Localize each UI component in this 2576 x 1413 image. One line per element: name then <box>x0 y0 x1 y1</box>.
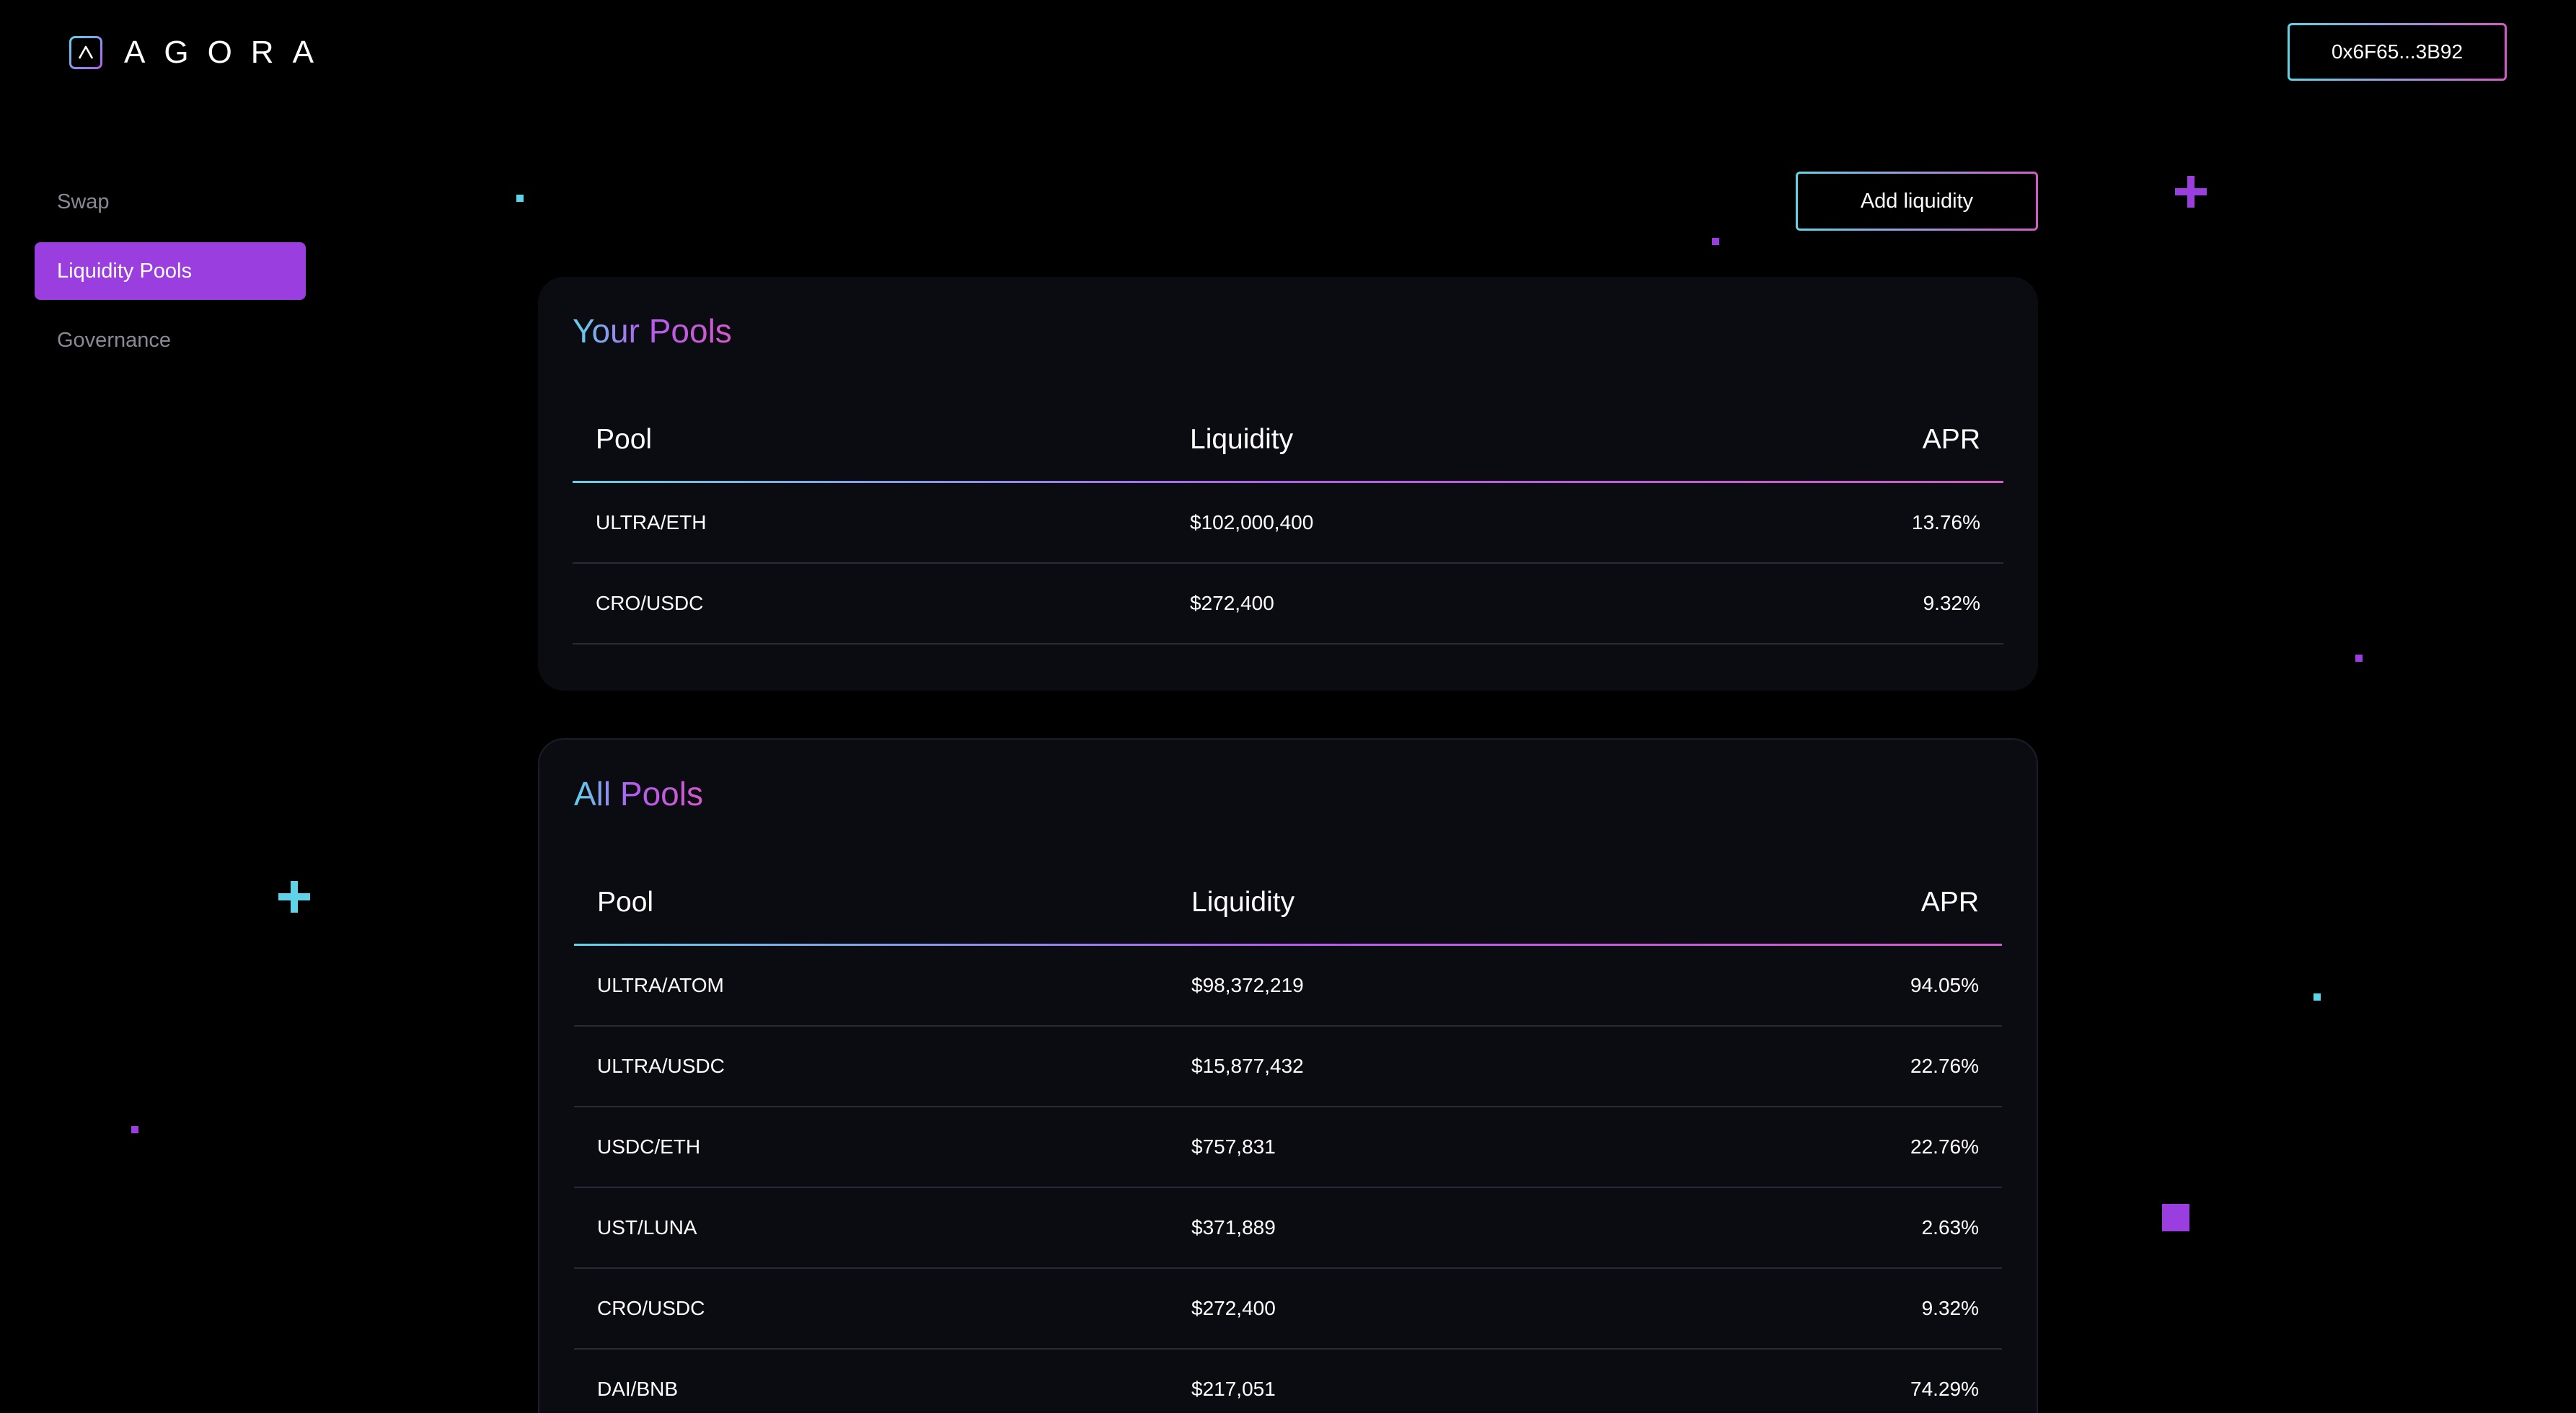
table-row[interactable]: UST/LUNA $371,889 2.63% <box>574 1188 2002 1269</box>
your-pools-title: Your Pools <box>573 312 732 350</box>
pool-apr: 94.05% <box>1910 974 1979 996</box>
dot-decoration <box>2313 993 2321 1001</box>
pool-name: ULTRA/ETH <box>596 511 707 533</box>
pool-liquidity: $217,051 <box>1191 1378 1276 1400</box>
your-pools-table: Pool Liquidity APR ULTRA/ETH $102,000,40… <box>573 397 2003 645</box>
pool-apr: 74.29% <box>1910 1378 1979 1400</box>
pool-liquidity: $102,000,400 <box>1190 511 1314 533</box>
table-row[interactable]: ULTRA/USDC $15,877,432 22.76% <box>574 1027 2002 1107</box>
wallet-address-button[interactable]: 0x6F65...3B92 <box>2288 23 2507 81</box>
app-page: AGORA 0x6F65...3B92 Swap Liquidity Pools… <box>0 0 2576 1413</box>
pool-name: CRO/USDC <box>597 1297 705 1319</box>
table-row[interactable]: CRO/USDC $272,400 9.32% <box>574 1269 2002 1350</box>
all-pools-card: All Pools Pool Liquidity APR ULTRA/ATOM … <box>538 738 2038 1413</box>
pool-apr: 9.32% <box>1923 592 1980 614</box>
pool-name: ULTRA/USDC <box>597 1055 725 1077</box>
column-header-pool: Pool <box>596 424 653 455</box>
table-header: Pool Liquidity APR <box>573 397 2003 483</box>
dot-decoration <box>1712 238 1719 245</box>
table-row[interactable]: ULTRA/ATOM $98,372,219 94.05% <box>574 946 2002 1027</box>
pool-liquidity: $272,400 <box>1190 592 1274 614</box>
pool-name: USDC/ETH <box>597 1135 701 1158</box>
logo-wordmark: AGORA <box>124 35 332 70</box>
pool-name: DAI/BNB <box>597 1378 679 1400</box>
table-row[interactable]: USDC/ETH $757,831 22.76% <box>574 1107 2002 1188</box>
column-header-liquidity: Liquidity <box>1190 424 1294 455</box>
dot-decoration <box>2355 655 2363 662</box>
pool-liquidity: $15,877,432 <box>1191 1055 1304 1077</box>
table-row[interactable]: DAI/BNB $217,051 74.29% <box>574 1350 2002 1413</box>
pool-apr: 9.32% <box>1921 1297 1979 1319</box>
pool-liquidity: $757,831 <box>1191 1135 1276 1158</box>
square-decoration <box>2162 1204 2189 1231</box>
pool-apr: 2.63% <box>1921 1216 1979 1239</box>
pool-apr: 13.76% <box>1912 511 1980 533</box>
plus-decoration-icon <box>2175 176 2207 208</box>
pool-liquidity: $371,889 <box>1191 1216 1276 1239</box>
column-header-pool: Pool <box>597 887 654 918</box>
pool-apr: 22.76% <box>1910 1135 1979 1158</box>
pool-liquidity: $98,372,219 <box>1191 974 1304 996</box>
all-pools-title: All Pools <box>574 775 703 812</box>
column-header-apr: APR <box>1922 424 1980 455</box>
table-row[interactable]: CRO/USDC $272,400 9.32% <box>573 564 2003 645</box>
dot-decoration <box>516 195 524 202</box>
agora-logo-icon <box>69 36 102 69</box>
table-row[interactable]: ULTRA/ETH $102,000,400 13.76% <box>573 483 2003 564</box>
pool-name: CRO/USDC <box>596 592 704 614</box>
all-pools-table: Pool Liquidity APR ULTRA/ATOM $98,372,21… <box>574 859 2002 1413</box>
pool-liquidity: $272,400 <box>1191 1297 1276 1319</box>
column-header-liquidity: Liquidity <box>1191 887 1295 918</box>
logo[interactable]: AGORA <box>69 35 332 71</box>
pool-apr: 22.76% <box>1910 1055 1979 1077</box>
sidebar-item-liquidity-pools[interactable]: Liquidity Pools <box>35 242 306 300</box>
column-header-apr: APR <box>1920 887 1979 918</box>
sidebar-item-swap[interactable]: Swap <box>35 173 306 231</box>
plus-decoration-icon <box>278 881 310 913</box>
pool-name: ULTRA/ATOM <box>597 974 724 996</box>
add-liquidity-button[interactable]: Add liquidity <box>1796 172 2038 231</box>
table-header: Pool Liquidity APR <box>574 859 2002 946</box>
your-pools-card: Your Pools Pool Liquidity APR ULTRA/ETH … <box>538 277 2038 691</box>
pool-name: UST/LUNA <box>597 1216 697 1239</box>
dot-decoration <box>131 1126 138 1133</box>
sidebar-item-governance[interactable]: Governance <box>35 311 306 369</box>
